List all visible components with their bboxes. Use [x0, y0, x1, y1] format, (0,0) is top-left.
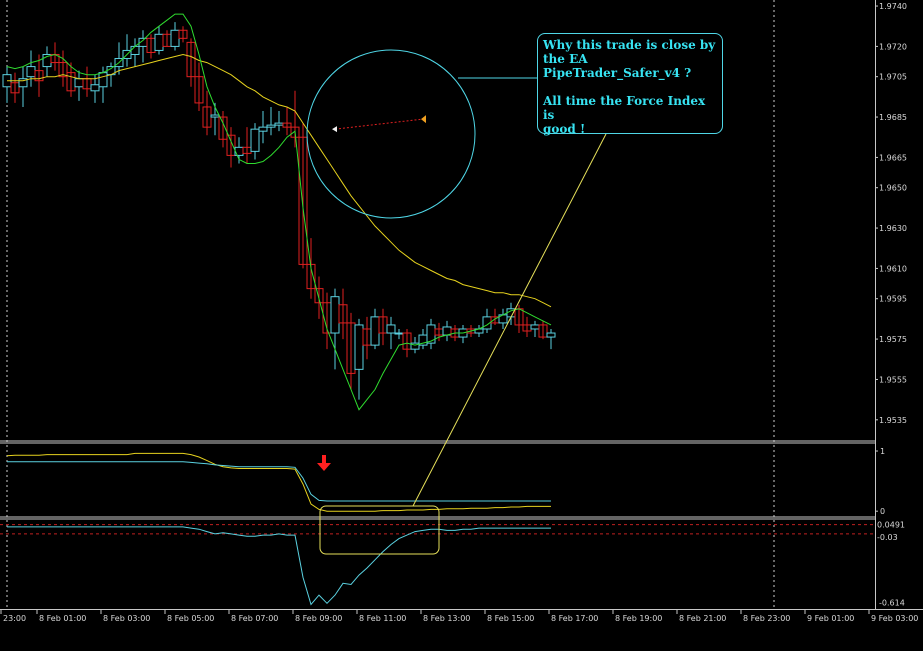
force-index-line	[7, 526, 551, 606]
trend-tick-label: 1	[880, 447, 885, 456]
callout-line: All time the Force Index is	[543, 94, 706, 122]
callout-line	[543, 80, 717, 94]
candle-body	[386, 324, 396, 334]
candle-body	[266, 124, 276, 128]
candle-body	[74, 78, 84, 88]
time-tick-label: 8 Feb 15:00	[487, 614, 534, 623]
callout-line: the EA	[543, 52, 588, 66]
price-panel	[2, 13, 556, 411]
candle-body	[274, 122, 284, 126]
time-tick-label: 8 Feb 17:00	[551, 614, 598, 623]
grid-lines	[0, 0, 923, 610]
candle-body	[546, 332, 556, 338]
force-tick-label: -0.03	[877, 533, 898, 542]
candle-body	[170, 29, 180, 47]
price-tick-label: 1.9650	[879, 184, 907, 193]
force-tick-label: -0.614	[879, 599, 905, 608]
time-tick-label: 8 Feb 03:00	[103, 614, 150, 623]
trend-cyan-line	[7, 461, 551, 502]
candle-body	[258, 126, 268, 132]
annotation-callout: Why this trade is close by the EA PipeTr…	[537, 33, 723, 136]
callout-line: good !	[543, 122, 586, 136]
price-tick-label: 1.9595	[879, 295, 907, 304]
trend-tick-label: 0	[880, 507, 885, 516]
time-tick-label: 8 Feb 09:00	[295, 614, 342, 623]
price-tick-label: 1.9535	[879, 416, 907, 425]
chart-canvas: 10 0.0491-0.03-0.614 1.97401.97201.97051…	[0, 0, 923, 623]
time-tick-label: 8 Feb 01:00	[39, 614, 86, 623]
candle-body	[90, 84, 100, 92]
candle-body	[130, 45, 140, 55]
price-tick-label: 1.9720	[879, 42, 907, 51]
time-tick-label: 8 Feb 19:00	[615, 614, 662, 623]
price-tick-label: 1.9665	[879, 153, 907, 162]
highlight-circle	[306, 49, 476, 219]
price-tick-label: 1.9610	[879, 264, 907, 273]
slow-moving-average-line	[7, 53, 552, 308]
candle-body	[26, 66, 36, 78]
sell-arrow-icon	[322, 455, 326, 463]
callout-pointer-line	[412, 133, 607, 507]
fast-moving-average-line	[6, 13, 552, 411]
price-tick-label: 1.9685	[879, 113, 907, 122]
callout-line: Why this trade is close by	[543, 38, 716, 52]
sell-arrow-icon	[317, 463, 331, 471]
candle-body	[370, 316, 380, 346]
candle-body	[210, 114, 220, 118]
price-tick-label: 1.9575	[879, 335, 907, 344]
trade-close-marker	[421, 115, 426, 124]
trend-panel: 10	[6, 447, 885, 516]
trade-line	[334, 118, 424, 130]
time-tick-label: 9 Feb 03:00	[871, 614, 918, 623]
candle-body	[530, 324, 540, 330]
price-tick-label: 1.9630	[879, 224, 907, 233]
trade-open-marker	[332, 126, 337, 133]
time-tick-label: 9 Feb 01:00	[807, 614, 854, 623]
trading-chart: 10 0.0491 -0.03 -0.614 1.9740 1.9720 1.9705 1…	[0, 0, 923, 647]
force-index-panel: 0.0491 -0.03 -0.614	[0, 521, 905, 608]
candle-body	[394, 332, 404, 335]
time-tick-label: 8 Feb 05:00	[167, 614, 214, 623]
callout-line: PipeTrader_Safer_v4 ?	[543, 66, 692, 80]
time-tick-label: 8 Feb 11:00	[359, 614, 406, 623]
time-tick-label: 8 Feb 07:00	[231, 614, 278, 623]
candle-body	[330, 296, 340, 334]
candle-body	[98, 72, 108, 88]
candle-body	[250, 128, 260, 152]
candle-body	[426, 324, 436, 344]
candle-body	[154, 33, 164, 51]
price-tick-label: 1.9555	[879, 375, 907, 384]
force-index-highlight-box	[319, 505, 440, 555]
price-tick-label: 1.9705	[879, 73, 907, 82]
time-tick-label: 23:00	[3, 614, 26, 623]
time-tick-label: 8 Feb 13:00	[423, 614, 470, 623]
price-tick-label: 1.9740	[879, 2, 907, 11]
force-tick-label: 0.0491	[877, 521, 905, 530]
time-tick-label: 8 Feb 21:00	[679, 614, 726, 623]
candle-body	[354, 324, 364, 370]
time-tick-label: 8 Feb 23:00	[743, 614, 790, 623]
